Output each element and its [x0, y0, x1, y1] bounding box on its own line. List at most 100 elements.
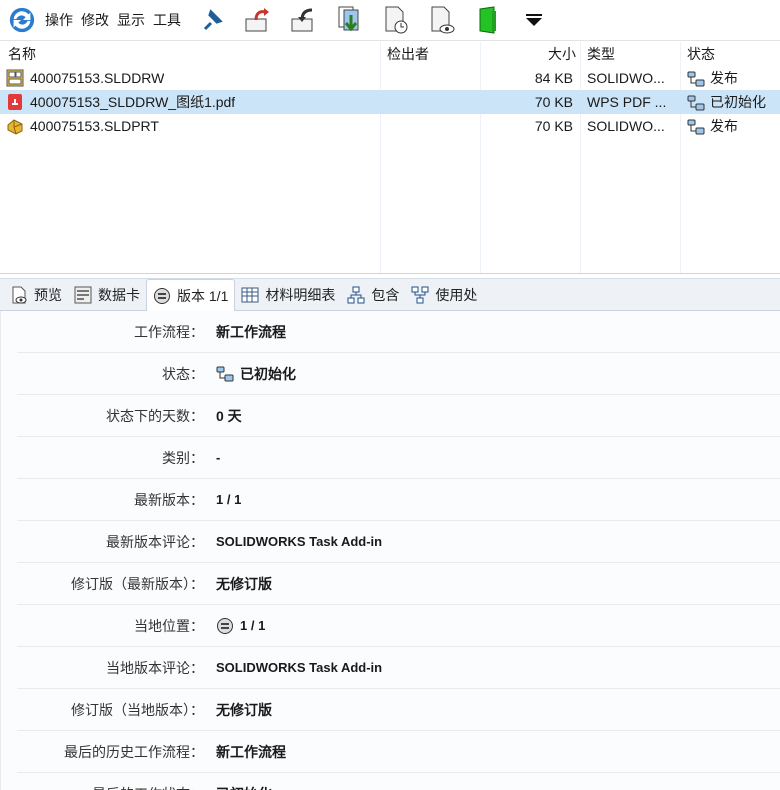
detail-value: 无修订版 [216, 575, 272, 592]
workflow-state-icon [687, 94, 705, 112]
detail-row: 最后的工作状态：已初始化 [17, 773, 780, 790]
open-folder-icon[interactable] [474, 6, 502, 34]
column-header-name[interactable]: 名称 [8, 42, 36, 66]
column-header-size[interactable]: ˇ 大小 [480, 42, 576, 66]
menu-actions[interactable]: 操作 [45, 10, 73, 30]
tab-data-card[interactable]: 数据卡 [68, 280, 146, 310]
file-list: 名称 检出者 ˇ 大小 类型 状态 400075153.SLDDRW 84 KB … [0, 42, 780, 274]
tab-contains[interactable]: 包含 [341, 280, 405, 310]
column-header-state[interactable]: 状态 [687, 42, 715, 66]
file-size: 70 KB [534, 94, 573, 110]
column-header-type[interactable]: 类型 [587, 42, 615, 66]
file-row[interactable]: 400075153.SLDDRW 84 KB SOLIDWO... 发布 [0, 66, 780, 90]
detail-value: 已初始化 [216, 364, 296, 384]
check-out-icon[interactable] [244, 6, 272, 34]
pdf-icon [6, 93, 24, 111]
menu-tools[interactable]: 工具 [153, 10, 181, 30]
detail-label: 状态： [162, 365, 204, 382]
tab-label: 材料明细表 [265, 287, 336, 303]
refresh-icon[interactable] [8, 6, 36, 34]
tab-label: 数据卡 [98, 287, 140, 303]
detail-row: 最后的历史工作流程： 新工作流程 [17, 731, 780, 773]
column-header-checked-out-by[interactable]: 检出者 [387, 42, 429, 66]
detail-value: 1 / 1 [216, 492, 242, 507]
menu-display[interactable]: 显示 [117, 10, 145, 30]
tab-label: 包含 [371, 287, 400, 303]
detail-label: 修订版（当地版本）： [71, 701, 204, 718]
file-size: 84 KB [534, 70, 573, 86]
file-name: 400075153_SLDDRW_图纸1.pdf [30, 94, 236, 110]
detail-value: 已初始化 [216, 784, 272, 790]
pin-icon[interactable] [198, 6, 226, 34]
tab-label: 预览 [34, 287, 62, 303]
data-card-icon [74, 286, 92, 304]
where-used-icon [411, 286, 429, 304]
detail-row: 修订版（最新版本）： 无修订版 [17, 563, 780, 605]
detail-row: 状态： 已初始化 [17, 353, 780, 395]
check-in-icon[interactable] [290, 6, 318, 34]
tab-label: 使用处 [435, 287, 478, 303]
detail-value: SOLIDWORKS Task Add-in [216, 660, 383, 675]
detail-label: 状态下的天数： [106, 407, 204, 424]
file-type: SOLIDWO... [587, 70, 665, 86]
version-icon [153, 287, 171, 305]
tab-where-used[interactable]: 使用处 [405, 280, 483, 310]
version-details-panel: 工作流程： 新工作流程 状态： 已初始化 状态下的天数： 0 天类别： - 最新版本： 1 / … [0, 311, 780, 790]
detail-label: 修订版（最新版本）： [71, 575, 204, 592]
drawing-icon [6, 69, 24, 87]
detail-value: 无修订版 [216, 701, 272, 718]
part-icon [6, 117, 24, 135]
bill-of-materials-icon [241, 286, 259, 304]
detail-row: 修订版（当地版本）： 无修订版 [17, 689, 780, 731]
file-type: WPS PDF ... [587, 94, 667, 110]
contains-icon [347, 286, 365, 304]
detail-label: 最后的工作状态： [17, 784, 216, 790]
menu-modify[interactable]: 修改 [81, 10, 109, 30]
workflow-state-icon [216, 366, 234, 382]
detail-value: 新工作流程 [216, 323, 286, 340]
dropdown-arrow-icon[interactable] [520, 6, 548, 34]
detail-value: 0 天 [216, 407, 242, 424]
detail-value: 新工作流程 [216, 743, 286, 760]
file-type: SOLIDWO... [587, 118, 665, 134]
get-version-icon[interactable] [382, 6, 410, 34]
workflow-state-icon [687, 118, 705, 136]
detail-label: 当地位置： [134, 617, 204, 634]
file-name: 400075153.SLDPRT [30, 118, 159, 134]
tab-version[interactable]: 版本 1/1 [146, 279, 236, 311]
detail-label: 最后的历史工作流程： [64, 743, 204, 760]
detail-value: SOLIDWORKS Task Add-in [216, 534, 383, 549]
preview-icon [10, 286, 28, 304]
detail-label: 当地版本评论： [106, 659, 204, 676]
detail-row: 工作流程： 新工作流程 [17, 311, 780, 353]
tab-label: 版本 1/1 [177, 287, 229, 304]
file-row[interactable]: 400075153_SLDDRW_图纸1.pdf 70 KB WPS PDF .… [0, 90, 780, 114]
workflow-state-icon [687, 70, 705, 88]
file-state: 发布 [710, 118, 738, 134]
detail-row: 当地版本评论： SOLIDWORKS Task Add-in [17, 647, 780, 689]
detail-row: 最新版本评论： SOLIDWORKS Task Add-in [17, 521, 780, 563]
detail-row: 最新版本： 1 / 1 [17, 479, 780, 521]
tab-bill-of-materials[interactable]: 材料明细表 [235, 280, 341, 310]
detail-row: 状态下的天数： 0 天 [17, 395, 780, 437]
detail-value: - [216, 450, 221, 465]
detail-label: 最新版本评论： [106, 533, 204, 550]
tab-preview[interactable]: 预览 [4, 280, 68, 310]
toolbar: 操作 修改 显示 工具 [0, 0, 780, 41]
detail-row: 当地位置： 1 / 1 [17, 605, 780, 647]
version-icon [216, 617, 234, 635]
detail-tabs: 预览 数据卡 版本 1/1 材料明细表 包含 使用处 [0, 278, 780, 311]
detail-value: 1 / 1 [216, 617, 265, 635]
detail-label: 最新版本： [134, 491, 204, 508]
file-size: 70 KB [534, 118, 573, 134]
file-state: 已初始化 [710, 94, 766, 110]
get-latest-icon[interactable] [336, 6, 364, 34]
file-state: 发布 [710, 70, 738, 86]
detail-row: 类别： - [17, 437, 780, 479]
view-file-icon[interactable] [428, 6, 456, 34]
file-name: 400075153.SLDDRW [30, 70, 165, 86]
detail-label: 类别： [162, 449, 204, 466]
file-row[interactable]: 400075153.SLDPRT 70 KB SOLIDWO... 发布 [0, 114, 780, 138]
sort-indicator-icon: ˇ [524, 42, 528, 49]
detail-label: 工作流程： [134, 323, 204, 340]
